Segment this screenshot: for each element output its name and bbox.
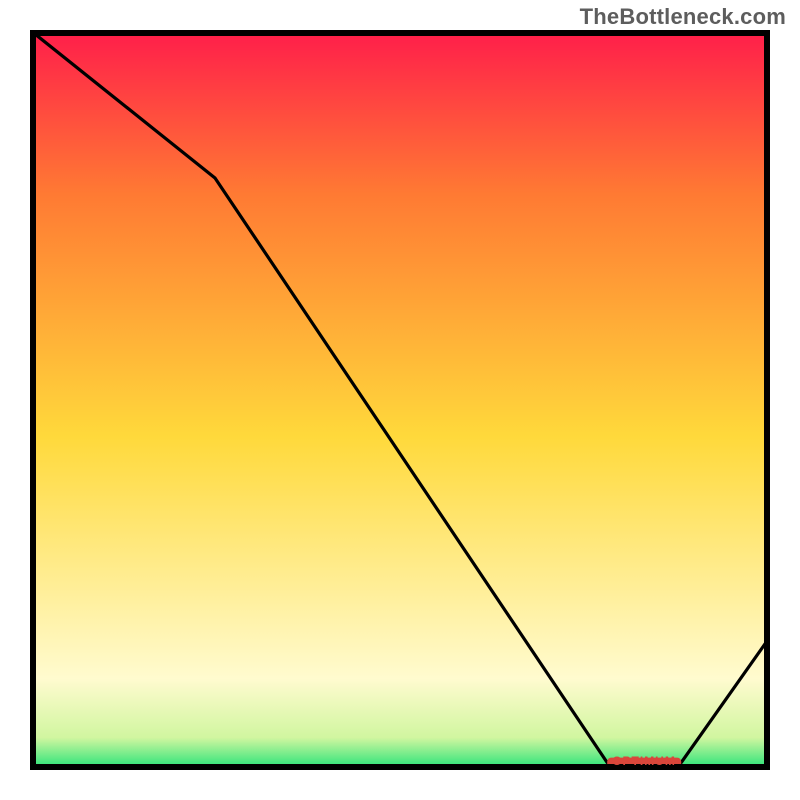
bottleneck-chart <box>0 0 800 800</box>
gradient-bg <box>33 33 767 767</box>
watermark-text: TheBottleneck.com <box>580 4 786 30</box>
optimum-marker <box>607 758 681 768</box>
chart-stage: { "watermark": "TheBottleneck.com", "opt… <box>0 0 800 800</box>
